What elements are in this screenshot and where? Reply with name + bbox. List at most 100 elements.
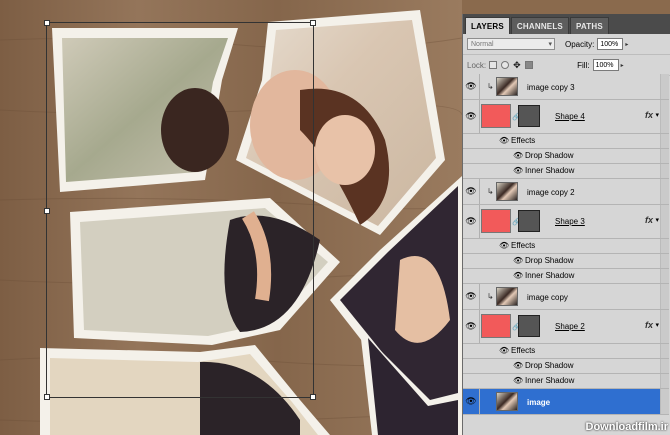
tab-channels[interactable]: CHANNELS: [510, 17, 569, 34]
effect-eye-icon[interactable]: 👁: [513, 376, 523, 385]
effects-eye-icon[interactable]: 👁: [499, 241, 509, 250]
fx-icon[interactable]: fx: [645, 110, 653, 120]
fx-icon[interactable]: fx: [645, 320, 653, 330]
visibility-eye-icon[interactable]: [463, 374, 479, 388]
scrollbar[interactable]: [660, 254, 669, 268]
scrollbar[interactable]: [660, 344, 669, 358]
scrollbar[interactable]: [660, 374, 669, 388]
shape-layer-row[interactable]: 👁 🔗 Shape 4 fx ▾: [463, 100, 669, 134]
vector-mask-thumbnail[interactable]: [518, 105, 540, 127]
visibility-eye-icon[interactable]: [463, 239, 479, 253]
layer-name: image copy: [527, 293, 568, 302]
tab-paths[interactable]: PATHS: [569, 17, 609, 34]
visibility-eye-icon[interactable]: 👁: [463, 74, 480, 99]
effect-row[interactable]: 👁 Inner Shadow: [463, 374, 669, 389]
effect-row[interactable]: 👁 Inner Shadow: [463, 164, 669, 179]
fill-dropdown-icon[interactable]: ▸: [621, 62, 624, 69]
effect-row[interactable]: 👁 Drop Shadow: [463, 254, 669, 269]
scrollbar[interactable]: [660, 134, 669, 148]
shape-layer-row[interactable]: 👁 🔗 Shape 2 fx ▾: [463, 310, 669, 344]
transform-handle-top-right[interactable]: [310, 20, 316, 26]
watermark: Downloadfilm.ir: [585, 421, 669, 433]
effect-row[interactable]: 👁 Inner Shadow: [463, 269, 669, 284]
effect-row[interactable]: 👁 Drop Shadow: [463, 359, 669, 374]
scrollbar[interactable]: [660, 205, 669, 238]
transform-handle-top-left[interactable]: [44, 20, 50, 26]
chevron-down-icon: ▾: [548, 41, 552, 48]
effect-row[interactable]: 👁 Effects: [463, 344, 669, 359]
scrollbar[interactable]: [660, 310, 669, 343]
scrollbar[interactable]: [660, 100, 669, 133]
fx-icon[interactable]: fx: [645, 215, 653, 225]
lock-fill-row: Lock: ✥ Fill: 100% ▸: [463, 55, 670, 76]
expand-arrow-icon[interactable]: ▾: [655, 216, 659, 224]
fill-field[interactable]: 100%: [592, 59, 619, 71]
tab-layers[interactable]: LAYERS: [465, 17, 510, 34]
layer-row[interactable]: 👁 ↳ image copy 2: [463, 179, 669, 205]
visibility-eye-icon[interactable]: [463, 164, 479, 178]
shape-color-thumbnail[interactable]: [481, 104, 511, 128]
effect-name: Inner Shadow: [525, 376, 575, 385]
lock-image-icon[interactable]: [501, 61, 510, 69]
blend-opacity-row: Normal ▾ Opacity: 100% ▸: [463, 34, 670, 55]
clipping-mask-icon: ↳: [487, 82, 494, 91]
opacity-dropdown-icon[interactable]: ▸: [625, 41, 628, 48]
effects-eye-icon[interactable]: 👁: [499, 346, 509, 355]
scrollbar[interactable]: [660, 389, 669, 414]
visibility-eye-icon[interactable]: [463, 254, 479, 268]
scrollbar[interactable]: [660, 149, 669, 163]
visibility-eye-icon[interactable]: 👁: [463, 284, 480, 309]
layer-name: image copy 3: [527, 83, 575, 92]
scrollbar[interactable]: [660, 359, 669, 373]
transform-handle-middle-left[interactable]: [44, 208, 50, 214]
expand-arrow-icon[interactable]: ▾: [655, 321, 659, 329]
effect-eye-icon[interactable]: 👁: [513, 271, 523, 280]
expand-arrow-icon[interactable]: ▾: [655, 111, 659, 119]
layer-row[interactable]: 👁 ↳ image copy 3: [463, 74, 669, 100]
effects-eye-icon[interactable]: 👁: [499, 136, 509, 145]
visibility-eye-icon[interactable]: [463, 269, 479, 283]
visibility-eye-icon[interactable]: [463, 149, 479, 163]
transform-handle-bottom-right[interactable]: [310, 394, 316, 400]
visibility-eye-icon[interactable]: 👁: [463, 389, 480, 414]
effect-eye-icon[interactable]: 👁: [513, 166, 523, 175]
lock-all-icon[interactable]: [525, 61, 534, 69]
transform-handle-bottom-left[interactable]: [44, 394, 50, 400]
transform-bounding-box[interactable]: [44, 20, 316, 400]
visibility-eye-icon[interactable]: [463, 344, 479, 358]
lock-position-icon[interactable]: ✥: [513, 61, 521, 70]
visibility-eye-icon[interactable]: [463, 134, 479, 148]
scrollbar[interactable]: [660, 239, 669, 253]
shape-color-thumbnail[interactable]: [481, 314, 511, 338]
layer-row[interactable]: 👁 image: [463, 389, 669, 415]
visibility-eye-icon[interactable]: 👁: [463, 179, 480, 204]
document-canvas[interactable]: [0, 0, 462, 435]
vector-mask-thumbnail[interactable]: [518, 315, 540, 337]
visibility-eye-icon[interactable]: [463, 359, 479, 373]
effect-eye-icon[interactable]: 👁: [513, 151, 523, 160]
layer-list: 👁 ↳ image copy 3 👁 🔗 Shape 4 fx ▾ 👁 Effects 👁 Drop …: [463, 74, 669, 415]
layer-row[interactable]: 👁 ↳ image copy: [463, 284, 669, 310]
effect-eye-icon[interactable]: 👁: [513, 256, 523, 265]
visibility-eye-icon[interactable]: 👁: [463, 205, 480, 238]
scrollbar[interactable]: [660, 74, 669, 99]
effect-row[interactable]: 👁 Drop Shadow: [463, 149, 669, 164]
layer-name: Shape 3: [555, 217, 585, 226]
effect-eye-icon[interactable]: 👁: [513, 361, 523, 370]
scrollbar[interactable]: [660, 164, 669, 178]
effect-row[interactable]: 👁 Effects: [463, 134, 669, 149]
shape-layer-row[interactable]: 👁 🔗 Shape 3 fx ▾: [463, 205, 669, 239]
blend-mode-select[interactable]: Normal ▾: [467, 38, 555, 50]
lock-transparent-icon[interactable]: [489, 61, 498, 69]
scrollbar[interactable]: [660, 269, 669, 283]
scrollbar[interactable]: [660, 179, 669, 204]
visibility-eye-icon[interactable]: 👁: [463, 310, 480, 343]
vector-mask-thumbnail[interactable]: [518, 210, 540, 232]
opacity-field[interactable]: 100%: [597, 38, 624, 50]
shape-color-thumbnail[interactable]: [481, 209, 511, 233]
layer-name: image: [527, 398, 551, 407]
panel-tab-bar: LAYERS CHANNELS PATHS: [463, 14, 670, 34]
effect-row[interactable]: 👁 Effects: [463, 239, 669, 254]
scrollbar[interactable]: [660, 284, 669, 309]
visibility-eye-icon[interactable]: 👁: [463, 100, 480, 133]
